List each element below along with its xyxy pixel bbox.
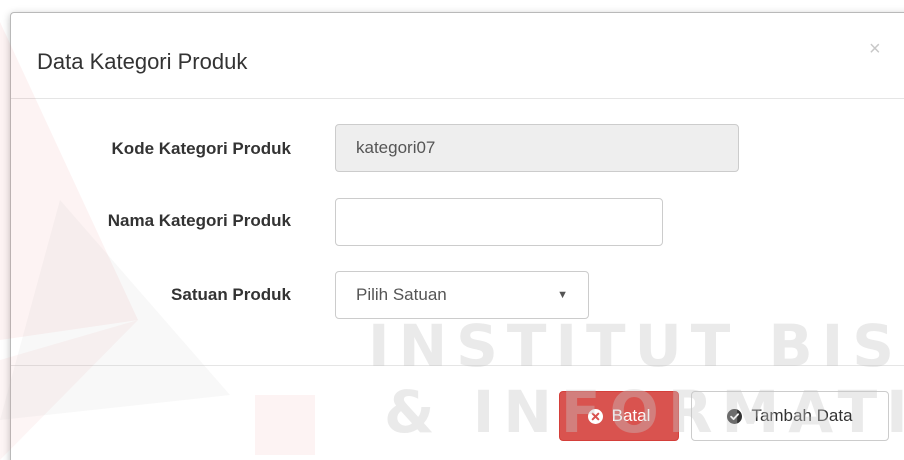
- modal-title: Data Kategori Produk: [37, 49, 248, 74]
- caret-down-icon: ▼: [557, 289, 568, 301]
- satuan-produk-select[interactable]: Pilih Satuan ▼: [335, 271, 589, 319]
- modal-dialog: Data Kategori Produk × Kode Kategori Pro…: [10, 12, 904, 460]
- close-icon[interactable]: ×: [869, 39, 881, 59]
- modal-footer-divider: [11, 365, 904, 366]
- satuan-produk-label: Satuan Produk: [171, 285, 291, 304]
- times-circle-icon: [587, 408, 603, 424]
- nama-kategori-input[interactable]: [335, 198, 663, 246]
- satuan-selected-value: Pilih Satuan: [356, 285, 447, 304]
- tambah-data-button[interactable]: Tambah Data: [691, 391, 889, 441]
- nama-kategori-label: Nama Kategori Produk: [107, 211, 291, 230]
- batal-button[interactable]: Batal: [559, 391, 679, 441]
- kode-kategori-label: Kode Kategori Produk: [111, 139, 291, 158]
- tambah-data-label: Tambah Data: [751, 406, 853, 425]
- batal-label: Batal: [611, 406, 651, 425]
- check-circle-icon: [727, 408, 743, 424]
- modal-header: Data Kategori Produk ×: [11, 13, 904, 99]
- kode-kategori-input[interactable]: [335, 124, 739, 172]
